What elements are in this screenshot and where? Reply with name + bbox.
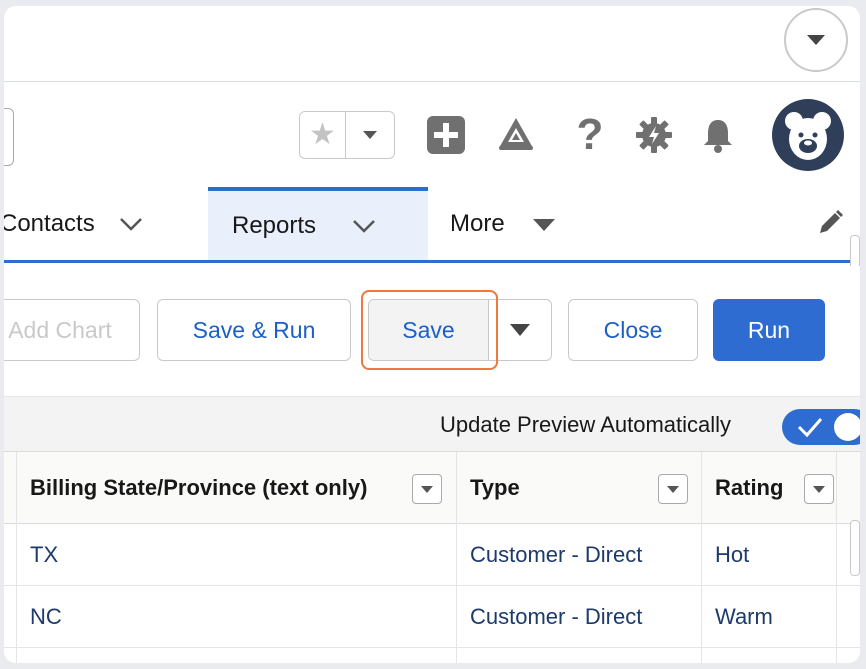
chevron-down-icon[interactable] [352,212,376,240]
top-bar [4,6,860,82]
chevron-down-icon [807,35,825,45]
caret-down-icon [532,210,555,238]
table-header-row: Billing State/Province (text only) Type … [4,452,860,524]
favorites-list-button[interactable] [346,112,394,158]
column-divider [701,452,702,663]
save-button-group: Save [368,299,552,361]
column-header-billing-state: Billing State/Province (text only) [30,475,368,500]
tab-reports[interactable]: Reports [208,187,428,260]
add-chart-button[interactable]: Add Chart [4,299,140,361]
search-input[interactable] [4,108,14,166]
update-preview-toggle[interactable] [782,409,860,445]
column-header-rating: Rating [715,475,784,500]
tab-label: More [450,209,505,237]
edit-nav-pencil-icon[interactable] [814,207,846,239]
app-window: ★ ? Contacts Reports More Add Chart Save… [4,6,860,663]
app-navigation: Contacts Reports More [4,187,860,273]
add-icon[interactable] [424,113,468,157]
close-button[interactable]: Close [568,299,698,361]
global-header: ★ ? [4,83,860,187]
check-icon [797,418,823,438]
tab-label: Reports [232,211,317,239]
column-menu-button[interactable] [412,474,442,504]
column-menu-button[interactable] [658,474,688,504]
tab-label: Contacts [4,209,95,237]
save-options-dropdown-button[interactable] [489,300,551,360]
table-cell: Customer - Direct [470,542,643,567]
column-divider [16,452,17,663]
table-cell: NC [30,604,62,629]
table-row: NC Customer - Direct Warm [4,586,860,648]
tab-more[interactable]: More [450,187,610,260]
tab-contacts[interactable]: Contacts [4,187,200,260]
caret-down-icon [667,485,679,493]
column-divider [456,452,457,663]
setup-gear-icon[interactable] [632,113,676,157]
column-divider [836,452,837,663]
help-icon[interactable]: ? [568,110,612,159]
table-cell: Customer - Direct [470,604,643,629]
save-and-run-button[interactable]: Save & Run [157,299,351,361]
chevron-down-icon[interactable] [119,210,143,238]
update-preview-label: Update Preview Automatically [440,412,732,437]
notifications-bell-icon[interactable] [696,113,740,157]
chevron-down-icon [363,131,377,139]
menu-dropdown-button[interactable] [784,8,848,72]
report-toolbar: Add Chart Save & Run Save Close Run [4,266,860,394]
run-button[interactable]: Run [713,299,825,361]
table-cell: Hot [715,542,750,567]
table-cell: TX [30,542,59,567]
help-glyph: ? [576,110,604,159]
caret-down-icon [813,485,825,493]
star-icon[interactable]: ★ [300,112,346,158]
column-menu-button[interactable] [804,474,834,504]
table-row: TX Customer - Direct Hot [4,524,860,586]
table-cell: Warm [715,604,773,629]
table-scrollbar[interactable] [850,520,860,576]
bear-avatar-icon[interactable] [772,99,844,171]
save-button[interactable]: Save [369,300,489,360]
preview-bar: Update Preview Automatically [4,396,860,452]
toggle-knob [834,413,860,441]
column-header-type: Type [470,475,520,500]
caret-down-icon [510,324,530,336]
trailhead-icon[interactable] [494,113,538,157]
caret-down-icon [421,485,433,493]
report-preview-table: Billing State/Province (text only) Type … [4,452,860,663]
favorites-button-group: ★ [299,111,395,159]
